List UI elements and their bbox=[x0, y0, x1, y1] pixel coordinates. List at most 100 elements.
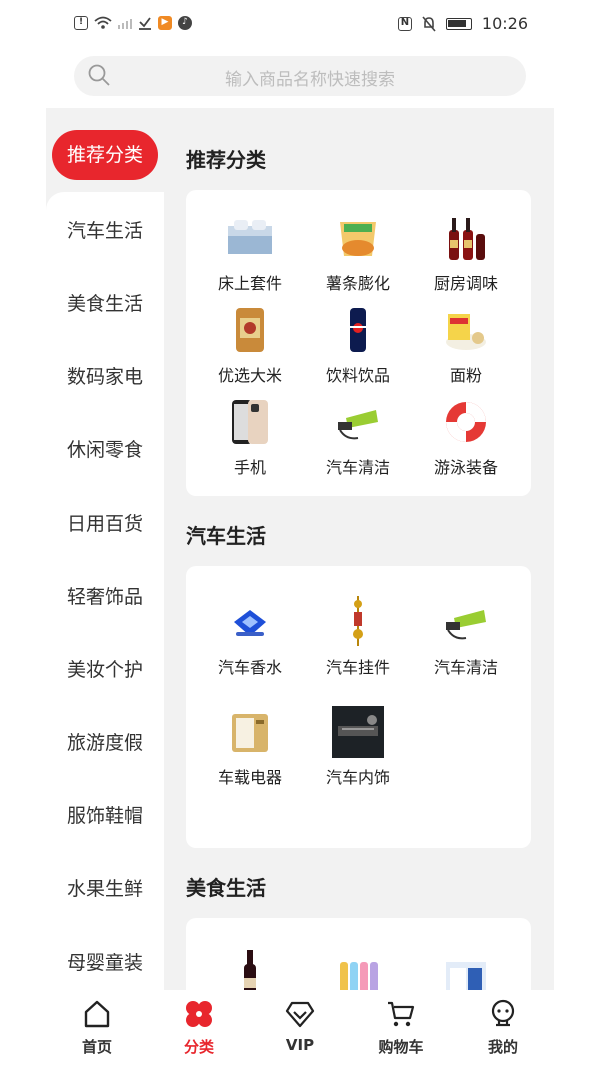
tab-category[interactable]: 分类 bbox=[159, 998, 239, 1057]
tab-profile[interactable]: 我的 bbox=[463, 998, 543, 1057]
category-item[interactable]: 车载电器 bbox=[196, 706, 304, 788]
signal-icon bbox=[118, 19, 132, 29]
flour-image bbox=[446, 314, 486, 350]
car-vacuum-image bbox=[338, 410, 378, 440]
category-card bbox=[186, 918, 531, 990]
category-item[interactable]: 饮料饮品 bbox=[304, 304, 412, 386]
car-interior-image bbox=[332, 706, 384, 758]
category-item[interactable]: 汽车清洁 bbox=[412, 596, 520, 678]
category-item-label: 汽车香水 bbox=[217, 658, 282, 677]
category-item-label: 床上套件 bbox=[217, 274, 282, 293]
sidebar-item[interactable]: 休闲零食 bbox=[46, 435, 164, 462]
category-item[interactable] bbox=[196, 948, 304, 990]
category-sidebar: 推荐分类 汽车生活 美食生活 数码家电 休闲零食 日用百货 轻奢饰品 美妆个护 … bbox=[46, 108, 164, 990]
category-item[interactable]: 优选大米 bbox=[196, 304, 304, 386]
category-item[interactable]: 厨房调味 bbox=[412, 212, 520, 294]
drink-bottles-image bbox=[340, 962, 378, 990]
category-item[interactable] bbox=[304, 948, 412, 990]
category-item-label: 厨房调味 bbox=[433, 274, 498, 293]
vip-diamond-icon bbox=[285, 1001, 315, 1028]
car-fridge-image bbox=[232, 714, 268, 752]
category-item-label: 车载电器 bbox=[217, 768, 282, 787]
category-panel: 推荐分类 汽车生活 美食生活 数码家电 休闲零食 日用百货 轻奢饰品 美妆个护 … bbox=[46, 108, 554, 990]
category-item-label: 汽车清洁 bbox=[433, 658, 498, 677]
swim-ring-image bbox=[446, 402, 486, 442]
bedding-image bbox=[228, 220, 272, 254]
status-bar: ! ▶ ♪ N 10:26 bbox=[0, 0, 600, 52]
mute-bell-icon bbox=[422, 15, 436, 32]
profile-face-icon bbox=[491, 999, 515, 1027]
nfc-icon: N bbox=[397, 16, 412, 31]
tab-label: 我的 bbox=[487, 1038, 518, 1056]
wifi-icon bbox=[94, 16, 112, 29]
alert-icon: ! bbox=[74, 16, 88, 30]
sidebar-item[interactable]: 服饰鞋帽 bbox=[46, 801, 164, 828]
sidebar-item[interactable]: 美妆个护 bbox=[46, 655, 164, 682]
car-vacuum-image bbox=[446, 610, 486, 640]
category-item-label: 游泳装备 bbox=[433, 458, 498, 477]
status-icons-left: ! ▶ ♪ bbox=[74, 16, 192, 30]
category-item-label: 汽车内饰 bbox=[325, 768, 390, 787]
app-notification-icon: ▶ bbox=[158, 16, 172, 30]
search-input[interactable]: 输入商品名称快速搜索 bbox=[74, 65, 526, 90]
sidebar-item[interactable]: 水果生鲜 bbox=[46, 874, 164, 901]
status-time: 10:26 bbox=[481, 14, 528, 33]
category-item[interactable]: 汽车内饰 bbox=[304, 706, 412, 788]
category-item[interactable]: 面粉 bbox=[412, 304, 520, 386]
category-item-label: 薯条膨化 bbox=[325, 274, 390, 293]
category-item-label: 优选大米 bbox=[217, 366, 282, 385]
section-title: 美食生活 bbox=[186, 876, 266, 900]
section-title: 汽车生活 bbox=[186, 524, 266, 548]
category-item-label: 汽车清洁 bbox=[325, 458, 390, 477]
chips-image bbox=[340, 222, 376, 256]
sidebar-item[interactable]: 旅游度假 bbox=[46, 728, 164, 755]
car-perfume-image bbox=[234, 610, 266, 636]
sidebar-item[interactable]: 汽车生活 bbox=[46, 216, 164, 243]
tab-label: 分类 bbox=[183, 1038, 214, 1056]
home-icon bbox=[84, 1000, 110, 1028]
status-icons-right: N 10:26 bbox=[397, 14, 528, 33]
tab-label: 购物车 bbox=[378, 1038, 424, 1056]
category-item[interactable]: 床上套件 bbox=[196, 212, 304, 294]
sidebar-list: 汽车生活 美食生活 数码家电 休闲零食 日用百货 轻奢饰品 美妆个护 旅游度假 … bbox=[46, 192, 164, 990]
sidebar-item-recommended[interactable]: 推荐分类 bbox=[52, 130, 158, 180]
category-item[interactable]: 手机 bbox=[196, 396, 304, 478]
category-card: 汽车香水 汽车挂件 汽车清洁 车载电器 汽车内饰 bbox=[186, 566, 531, 848]
sidebar-item[interactable]: 轻奢饰品 bbox=[46, 582, 164, 609]
sidebar-item[interactable]: 数码家电 bbox=[46, 362, 164, 389]
section-title: 推荐分类 bbox=[186, 148, 266, 172]
category-card: 床上套件 薯条膨化 厨房调味 优选大米 饮料饮品 面粉 手机 汽车清洁 游泳装备 bbox=[186, 190, 531, 496]
shopping-cart-icon bbox=[388, 1001, 415, 1027]
tab-vip[interactable]: VIP bbox=[260, 998, 340, 1054]
bottom-tab-bar: 首页 分类 VIP 购物车 我的 bbox=[0, 990, 600, 1067]
category-item[interactable]: 游泳装备 bbox=[412, 396, 520, 478]
category-item[interactable] bbox=[412, 948, 520, 990]
tiktok-icon: ♪ bbox=[178, 16, 192, 30]
category-item[interactable]: 薯条膨化 bbox=[304, 212, 412, 294]
download-icon bbox=[139, 17, 151, 30]
rice-bag-image bbox=[236, 308, 264, 352]
car-pendant-image bbox=[353, 596, 363, 646]
battery-icon bbox=[445, 17, 472, 30]
tab-home[interactable]: 首页 bbox=[57, 998, 137, 1057]
drink-can-image bbox=[350, 308, 366, 352]
sidebar-item[interactable]: 日用百货 bbox=[46, 509, 164, 536]
category-item-label: 手机 bbox=[233, 458, 266, 477]
category-content: 推荐分类 床上套件 薯条膨化 厨房调味 优选大米 饮料饮品 面粉 手机 汽车清洁… bbox=[186, 108, 531, 990]
tab-label: 首页 bbox=[81, 1038, 112, 1056]
category-icon bbox=[186, 1001, 212, 1027]
tab-label: VIP bbox=[285, 1036, 315, 1054]
milk-box-image bbox=[446, 962, 486, 990]
category-item[interactable]: 汽车挂件 bbox=[304, 596, 412, 678]
search-bar[interactable]: 输入商品名称快速搜索 bbox=[74, 56, 526, 96]
condiment-bottles-image bbox=[449, 218, 485, 260]
category-item-label: 汽车挂件 bbox=[325, 658, 390, 677]
category-item-label: 饮料饮品 bbox=[325, 366, 390, 385]
category-item[interactable]: 汽车香水 bbox=[196, 596, 304, 678]
category-item-label: 面粉 bbox=[449, 366, 482, 385]
tab-cart[interactable]: 购物车 bbox=[361, 998, 441, 1057]
sidebar-item[interactable]: 美食生活 bbox=[46, 289, 164, 316]
sidebar-item[interactable]: 母婴童装 bbox=[46, 948, 164, 975]
category-item[interactable]: 汽车清洁 bbox=[304, 396, 412, 478]
phone-image bbox=[232, 400, 268, 444]
